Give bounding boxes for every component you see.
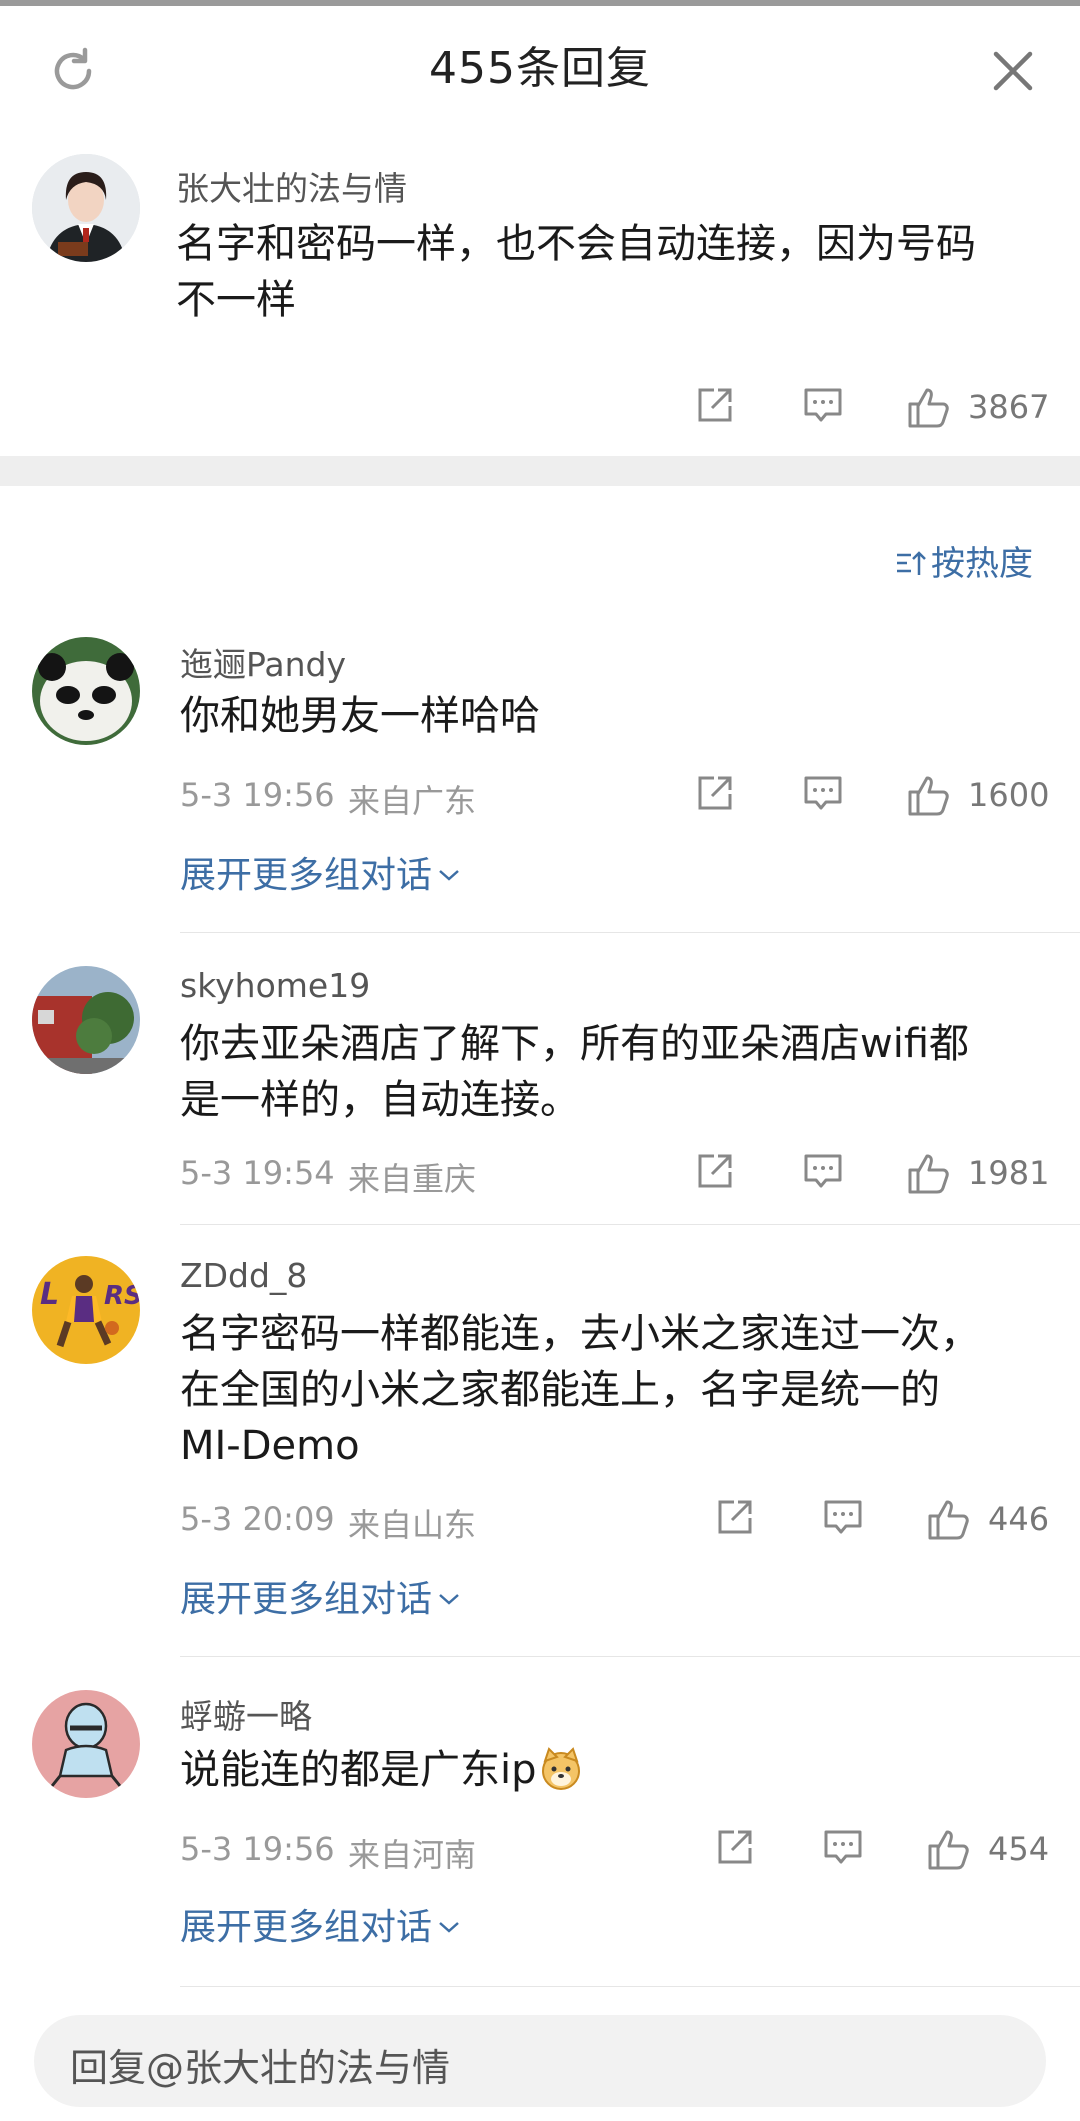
- reply-time: 5-3 19:56: [180, 1830, 335, 1868]
- avatar[interactable]: L RS: [32, 1256, 140, 1364]
- reply-location: 来自山东: [348, 1506, 477, 1544]
- thumbs-up-icon[interactable]: [906, 772, 952, 818]
- avatar-panda-icon: [32, 637, 140, 745]
- reply-time: 5-3 19:56: [180, 776, 335, 814]
- expand-more-conversation-link[interactable]: 展开更多组对话: [180, 1898, 462, 1950]
- comment-icon[interactable]: [802, 772, 844, 814]
- reply-text-line: 你和她男友一样哈哈: [180, 693, 540, 739]
- comment-icon[interactable]: [802, 1150, 844, 1192]
- sort-label: 按热度: [931, 544, 1033, 584]
- avatar-building-photo-icon: [32, 966, 140, 1074]
- reply-input-placeholder: 回复@张大壮的法与情: [70, 2046, 451, 2090]
- sort-by-hot-button[interactable]: 按热度: [895, 536, 1033, 585]
- expand-more-conversation-link[interactable]: 展开更多组对话: [180, 846, 462, 898]
- expand-label: 展开更多组对话: [180, 1907, 433, 1948]
- thumbs-up-icon[interactable]: [926, 1826, 972, 1872]
- close-icon[interactable]: [990, 48, 1036, 94]
- reply-divider: [180, 932, 1080, 933]
- expand-label: 展开更多组对话: [180, 855, 433, 896]
- comment-icon[interactable]: [802, 384, 844, 426]
- reply-input[interactable]: 回复@张大壮的法与情: [34, 2015, 1046, 2107]
- chevron-down-icon: [439, 870, 459, 881]
- page-title: 455条回复: [429, 43, 651, 94]
- avatar-basketball-player-icon: L RS: [32, 1256, 140, 1364]
- avatar[interactable]: [32, 966, 140, 1074]
- share-icon[interactable]: [714, 1826, 756, 1868]
- reply-text-line: 名字密码一样都能连，去小米之家连过一次，: [180, 1311, 980, 1357]
- doge-emoji-icon: [541, 1747, 580, 1790]
- reply-actions: 454: [710, 1826, 1050, 1876]
- reply-text: 说能连的都是广东ip: [180, 1747, 537, 1793]
- reply-location: 来自河南: [348, 1836, 477, 1874]
- like-count: 3867: [968, 388, 1050, 426]
- expand-more-conversation-link[interactable]: 展开更多组对话: [180, 1570, 462, 1622]
- chevron-down-icon: [439, 1594, 459, 1605]
- like-count: 454: [988, 1830, 1050, 1868]
- root-comment: 张大壮的法与情 名字和密码一样，也不会自动连接，因为号码 不一样 3867: [0, 128, 1080, 456]
- thumbs-up-icon[interactable]: [906, 384, 952, 430]
- reply-actions: 1981: [690, 1150, 1050, 1200]
- reply-panel-header: 455条回复: [0, 6, 1080, 129]
- reply-divider: [180, 1656, 1080, 1657]
- comment-icon[interactable]: [822, 1826, 864, 1868]
- reply-actions: 446: [710, 1496, 1050, 1546]
- reply-text-line: 在全国的小米之家都能连上，名字是统一的: [180, 1367, 940, 1413]
- avatar-lawyer-icon: [32, 154, 140, 262]
- like-count: 1600: [968, 776, 1050, 814]
- share-icon[interactable]: [694, 384, 736, 426]
- chevron-down-icon: [439, 1922, 459, 1933]
- avatar[interactable]: [32, 637, 140, 745]
- share-icon[interactable]: [694, 772, 736, 814]
- share-icon[interactable]: [714, 1496, 756, 1538]
- comment-icon[interactable]: [822, 1496, 864, 1538]
- svg-text:L: L: [40, 1277, 59, 1312]
- reply-time: 5-3 19:54: [180, 1154, 335, 1192]
- section-divider: [0, 456, 1080, 486]
- share-icon[interactable]: [694, 1150, 736, 1192]
- thumbs-up-icon[interactable]: [906, 1150, 952, 1196]
- reply-divider: [180, 1986, 1080, 1987]
- reply-location: 来自广东: [348, 782, 477, 820]
- reply-author[interactable]: 迤逦Pandy: [180, 638, 346, 686]
- comment-text-line: 不一样: [176, 277, 296, 323]
- reply-text-line: 你去亚朵酒店了解下，所有的亚朵酒店wifi都: [180, 1021, 970, 1067]
- like-count: 446: [988, 1500, 1050, 1538]
- comment-actions: 3867: [690, 384, 1050, 434]
- svg-text:RS: RS: [104, 1281, 140, 1311]
- comment-author[interactable]: 张大壮的法与情: [176, 162, 407, 210]
- reply-divider: [180, 1224, 1080, 1225]
- avatar-cartoon-character-icon: [32, 1690, 140, 1798]
- reply-text-line: 是一样的，自动连接。: [180, 1077, 580, 1123]
- reply-author[interactable]: ZDdd_8: [180, 1256, 307, 1295]
- reply-actions: 1600: [690, 772, 1050, 822]
- thumbs-up-icon[interactable]: [926, 1496, 972, 1542]
- reply-text-line: MI-Demo: [180, 1423, 360, 1469]
- avatar[interactable]: [32, 1690, 140, 1798]
- reply-time: 5-3 20:09: [180, 1500, 335, 1538]
- reply-author[interactable]: 蜉蝣一略: [180, 1690, 312, 1738]
- avatar[interactable]: [32, 154, 140, 262]
- reply-author[interactable]: skyhome19: [180, 966, 370, 1005]
- reply-text-line: 说能连的都是广东ip: [180, 1742, 583, 1798]
- reply-location: 来自重庆: [348, 1160, 477, 1198]
- like-count: 1981: [968, 1154, 1050, 1192]
- expand-label: 展开更多组对话: [180, 1579, 433, 1620]
- comment-text-line: 名字和密码一样，也不会自动连接，因为号码: [176, 221, 976, 267]
- sort-icon: [897, 551, 926, 575]
